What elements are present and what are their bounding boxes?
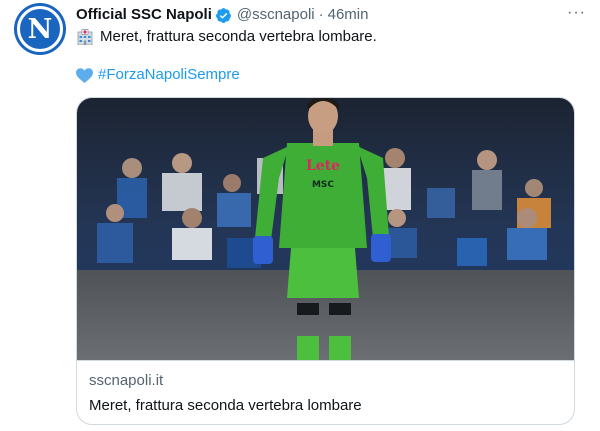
- jersey-text: MSC: [312, 180, 334, 190]
- hashtag-link[interactable]: #ForzaNapoliSempre: [98, 65, 240, 85]
- tweet-hashtag-line: #ForzaNapoliSempre: [76, 65, 240, 85]
- tweet-text-line: Meret, frattura seconda vertebra lombare…: [76, 27, 580, 47]
- tweet[interactable]: N Official SSC Napoli @sscnapoli · 46min…: [0, 0, 600, 431]
- card-domain: sscnapoli.it: [89, 372, 164, 389]
- timestamp[interactable]: 46min: [328, 6, 369, 24]
- napoli-logo: N: [17, 6, 63, 52]
- tweet-text-content: Meret, frattura seconda vertebra lombare…: [100, 28, 377, 45]
- card-meta[interactable]: sscnapoli.it Meret, frattura seconda ver…: [77, 360, 574, 424]
- tweet-text: Meret, frattura seconda vertebra lombare…: [76, 27, 580, 83]
- avatar[interactable]: N: [14, 3, 66, 55]
- hospital-icon: [77, 29, 93, 45]
- verified-badge-icon: [215, 7, 231, 23]
- card-title: Meret, frattura seconda vertebra lombare: [89, 397, 362, 414]
- card-image[interactable]: Lete MSC: [77, 98, 574, 360]
- avatar-letter: N: [27, 13, 53, 45]
- tweet-header: Official SSC Napoli @sscnapoli · 46min: [76, 6, 560, 24]
- blue-heart-icon: [76, 67, 93, 83]
- more-options-icon[interactable]: ···: [567, 4, 586, 22]
- link-card[interactable]: Lete MSC sscnapoli.it Meret, frattura se…: [76, 97, 575, 425]
- handle[interactable]: @sscnapoli: [237, 6, 315, 24]
- display-name[interactable]: Official SSC Napoli: [76, 6, 212, 24]
- jersey-sponsor: Lete: [306, 158, 340, 174]
- separator-dot: ·: [318, 6, 324, 23]
